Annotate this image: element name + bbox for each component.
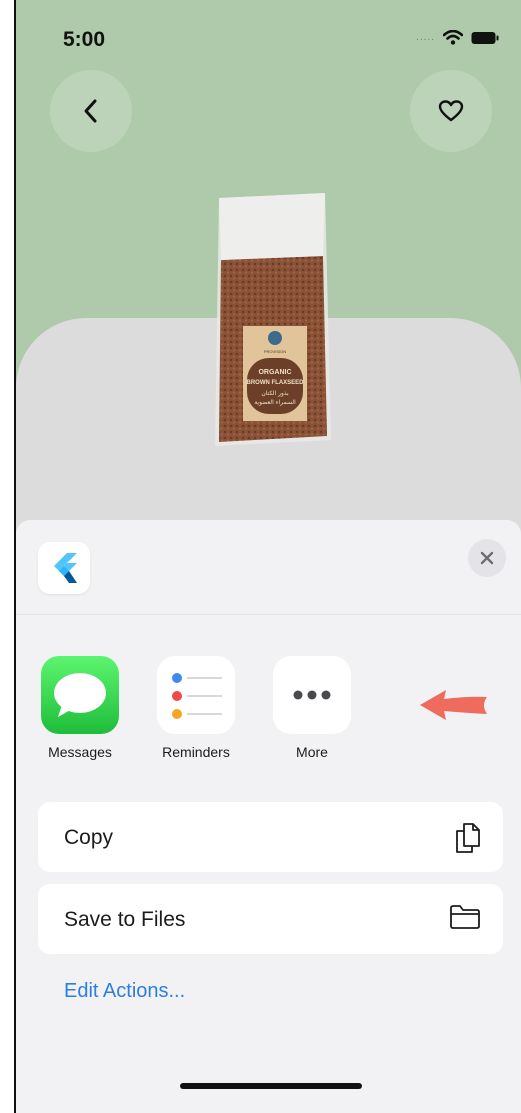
share-app-label: Reminders: [162, 744, 230, 760]
product-label-line2: BROWN FLAXSEED: [247, 380, 305, 386]
status-icons: .....: [416, 30, 499, 45]
share-app-label: More: [296, 744, 328, 760]
svg-text:PROVISION: PROVISION: [264, 349, 286, 354]
share-apps-row: Messages Reminders More: [16, 656, 521, 766]
share-sheet-header: [16, 520, 521, 615]
wifi-icon: [443, 30, 463, 45]
reminders-icon: [157, 656, 235, 734]
product-image: PROVISION ORGANIC BROWN FLAXSEED بذور ال…: [215, 193, 331, 446]
signal-icon: .....: [416, 32, 435, 43]
battery-icon: [471, 31, 499, 45]
chevron-left-icon: [84, 99, 97, 123]
share-app-reminders[interactable]: Reminders: [141, 656, 251, 760]
action-label: Copy: [64, 826, 114, 849]
arrow-annotation-icon: [420, 690, 487, 720]
status-time: 5:00: [63, 28, 106, 51]
status-bar: 5:00 .....: [16, 0, 521, 60]
share-app-more[interactable]: More: [257, 656, 367, 760]
more-icon: [273, 656, 351, 734]
share-app-label: Messages: [48, 744, 112, 760]
heart-icon: [438, 100, 464, 122]
left-frame-bar: [0, 0, 16, 1113]
messages-icon: [41, 656, 119, 734]
product-label-line1: ORGANIC: [258, 369, 291, 376]
copy-icon: [455, 822, 481, 859]
share-sheet: Messages Reminders More Copy Save to Fil…: [16, 520, 521, 1113]
home-indicator[interactable]: [180, 1083, 362, 1089]
favorite-button[interactable]: [410, 70, 492, 152]
flutter-logo-icon: [38, 542, 90, 594]
action-copy[interactable]: Copy: [38, 802, 503, 872]
phone-screen: 5:00 ..... PROVISION ORGANIC BROWN FLAXS…: [16, 0, 521, 1113]
action-save-to-files[interactable]: Save to Files: [38, 884, 503, 954]
edit-actions-link[interactable]: Edit Actions...: [64, 980, 185, 1003]
folder-icon: [449, 904, 481, 935]
back-button[interactable]: [50, 70, 132, 152]
close-icon: [480, 551, 494, 565]
product-label-arabic-1: بذور الكتان: [261, 390, 289, 397]
action-label: Save to Files: [64, 908, 186, 931]
share-app-messages[interactable]: Messages: [25, 656, 135, 760]
product-label-arabic-2: السمراء العضوية: [254, 399, 296, 406]
close-button[interactable]: [468, 539, 506, 577]
